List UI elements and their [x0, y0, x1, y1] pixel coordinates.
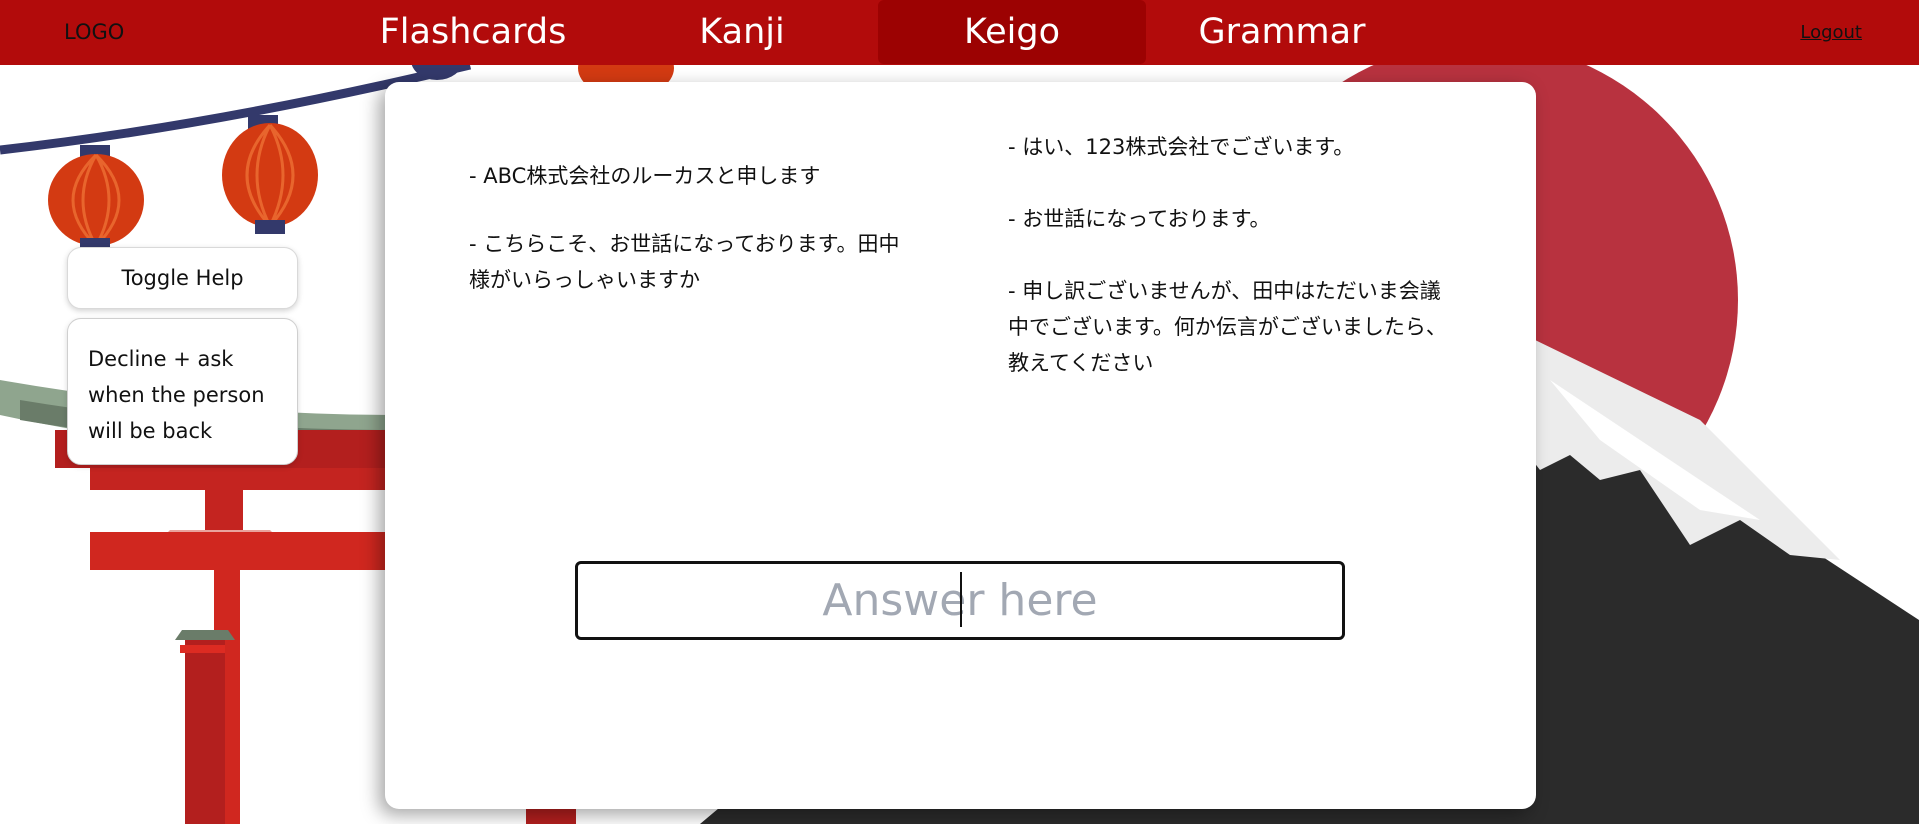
dialogue-line-right: - お世話になっております。 [1008, 207, 1271, 231]
text-caret [960, 572, 962, 627]
toggle-help-button[interactable]: Toggle Help [67, 247, 298, 309]
dialogue-line-left: - ABC株式会社のルーカスと申します [469, 164, 821, 188]
logout-link[interactable]: Logout [1800, 22, 1862, 43]
dialogue-card: - ABC株式会社のルーカスと申します - こちらこそ、お世話になっております。… [385, 82, 1536, 809]
tab-kanji[interactable]: Kanji [608, 0, 876, 64]
logo[interactable]: LOGO [64, 20, 124, 44]
dialogue-line-right: - はい、123株式会社でございます。 [1008, 135, 1355, 159]
dialogue-right-column: - はい、123株式会社でございます。 - お世話になっております。 - 申し訳… [1008, 129, 1448, 417]
dialogue-left-column: - ABC株式会社のルーカスと申します - こちらこそ、お世話になっております。… [469, 158, 919, 330]
top-navbar: LOGO Flashcards Kanji Keigo Grammar Logo… [0, 0, 1919, 65]
app-root: LOGO Flashcards Kanji Keigo Grammar Logo… [0, 0, 1919, 824]
tab-keigo[interactable]: Keigo [878, 0, 1146, 64]
tab-flashcards[interactable]: Flashcards [339, 0, 607, 64]
dialogue-line-right: - 申し訳ございませんが、田中はただいま会議中でございます。何か伝言がございまし… [1008, 279, 1447, 375]
help-hint-box: Decline + ask when the person will be ba… [67, 318, 298, 465]
dialogue-line-left: - こちらこそ、お世話になっております。田中様がいらっしゃいますか [469, 232, 900, 292]
tab-grammar[interactable]: Grammar [1148, 0, 1416, 64]
